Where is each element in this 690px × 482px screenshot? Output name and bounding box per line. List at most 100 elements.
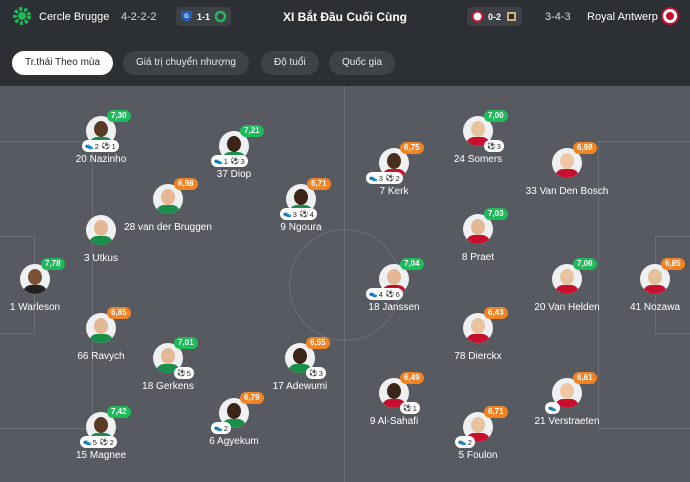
goal-count: 3: [496, 141, 501, 151]
player-rating: 6,43: [484, 307, 508, 319]
goal-count: 1: [412, 403, 417, 413]
player-rating: 7,06: [573, 258, 597, 270]
player-rating: 6,61: [573, 372, 597, 384]
goal-ball-icon: ⚽: [403, 405, 412, 412]
goal-ball-icon: ⚽: [177, 370, 186, 377]
goal-count: 2: [395, 173, 400, 183]
player-name: 41 Nozawa: [629, 302, 681, 313]
player-name: 6 Agyekum: [209, 436, 259, 447]
assist-boot-icon: 👟: [369, 291, 378, 298]
player-name: 5 Foulon: [458, 450, 498, 461]
royal-antwerp-logo-icon[interactable]: [660, 6, 680, 26]
player-rating: 6,71: [484, 406, 508, 418]
player-rating: 6,98: [174, 178, 198, 190]
player-rating: 6,71: [307, 178, 331, 190]
player-rating: 6,85: [107, 307, 131, 319]
goal-ball-icon: ⚽: [385, 291, 395, 298]
assist-boot-icon: 👟: [85, 143, 94, 150]
assist-boot-icon: 👟: [83, 439, 92, 446]
goal-count: 4: [309, 209, 314, 219]
player-stats: 👟 2: [455, 436, 475, 448]
away-formation: 3-4-3: [545, 11, 571, 23]
assist-boot-icon: 👟: [369, 175, 378, 182]
assist-boot-icon: 👟: [214, 158, 223, 165]
player-name: 78 Dierckx: [454, 351, 502, 362]
tab-nationality[interactable]: Quốc gia: [329, 51, 396, 75]
assist-count: 3: [292, 209, 297, 219]
player-stats: 👟 3 ⚽ 2: [366, 172, 403, 184]
player-rating: 6,98: [573, 142, 597, 154]
player-stats: 👟 1 ⚽ 3: [211, 155, 248, 167]
player-rating: 7,30: [107, 110, 131, 122]
goal-count: 6: [395, 289, 400, 299]
player-name: 8 Praet: [461, 252, 495, 263]
player-rating: 7,21: [240, 125, 264, 137]
player-rating: 7,04: [400, 258, 424, 270]
player-stats: 👟 4 ⚽ 6: [366, 288, 403, 300]
assist-count: 2: [94, 141, 99, 151]
player-stats: ⚽ 1: [400, 402, 420, 414]
goal-ball-icon: ⚽: [309, 370, 318, 377]
player-name: 3 Utkus: [84, 253, 118, 264]
player-stats: 👟 3 ⚽ 4: [280, 208, 317, 220]
player-name: 9 Al-Sahafi: [369, 416, 419, 427]
player-rating: 6,85: [661, 258, 685, 270]
player-avatar: [86, 215, 116, 245]
player-name: 7 Kerk: [379, 186, 409, 197]
tab-age[interactable]: Độ tuổi: [261, 51, 319, 75]
goal-ball-icon: ⚽: [99, 439, 109, 446]
away-team-name[interactable]: Royal Antwerp: [587, 11, 658, 23]
goal-count: 5: [186, 368, 191, 378]
antwerp-mini-logo-icon: [471, 10, 484, 23]
tab-season-form[interactable]: Tr.thái Theo mùa: [12, 51, 114, 75]
player-rating: 7,42: [107, 406, 131, 418]
goal-ball-icon: ⚽: [487, 143, 496, 150]
player-stats: ⚽ 3: [484, 140, 504, 152]
player-name: 20 Nazinho: [75, 154, 127, 165]
player-stats: 👟 2 ⚽ 1: [82, 140, 119, 152]
assist-count: 3: [378, 173, 383, 183]
assist-count: 2: [467, 437, 472, 447]
player-rating: 7,00: [484, 110, 508, 122]
assist-count: 5: [92, 437, 97, 447]
assist-boot-icon: 👟: [548, 405, 557, 412]
player-name: 9 Ngoura: [280, 222, 322, 233]
goal-count: 2: [109, 437, 114, 447]
opponent-mini-logo-icon: [507, 12, 517, 21]
goal-ball-icon: ⚽: [299, 211, 309, 218]
player-rating: 7,03: [484, 208, 508, 220]
goal-count: 3: [318, 368, 323, 378]
player-rating: 7,01: [174, 337, 198, 349]
away-last-result-pill[interactable]: 0-2: [467, 7, 523, 26]
player-name: 18 Gerkens: [142, 381, 194, 392]
goal-count: 3: [240, 156, 245, 166]
player-rating: 7,78: [41, 258, 65, 270]
away-last-score: 0-2: [488, 11, 502, 22]
player-rating: 6,49: [400, 372, 424, 384]
player-name: 33 Van Den Bosch: [525, 186, 609, 197]
player-name: 17 Adewumi: [272, 381, 328, 392]
player-rating: 6,55: [306, 337, 330, 349]
player-name: 1 Warleson: [9, 302, 61, 313]
assist-boot-icon: 👟: [458, 439, 467, 446]
football-pitch: 7,30 👟 2 ⚽ 1 20 Nazinho 7,21 👟 1 ⚽ 3 37 Diop…: [0, 86, 690, 482]
player-name: 21 Verstraeten: [534, 416, 600, 427]
player-rating: 6,75: [400, 142, 424, 154]
player-name: 18 Janssen: [368, 302, 420, 313]
tab-transfer-value[interactable]: Giá trị chuyển nhượng: [123, 51, 249, 75]
player-stats: 👟 5 ⚽ 2: [80, 436, 117, 448]
lineup-header: Cercle Brugge 4-2-2-2 G 1-1 XI Bắt Đầu C…: [0, 0, 690, 34]
player-rating: 6,79: [240, 392, 264, 404]
goal-ball-icon: ⚽: [101, 143, 111, 150]
player-stats: 👟: [545, 402, 560, 414]
player-name: 15 Magnee: [75, 450, 127, 461]
assist-count: 1: [223, 156, 228, 166]
goal-ball-icon: ⚽: [385, 175, 395, 182]
assist-boot-icon: 👟: [283, 211, 292, 218]
goal-ball-icon: ⚽: [230, 158, 240, 165]
player-stats: ⚽ 3: [306, 367, 326, 379]
player-name: 37 Diop: [216, 169, 252, 180]
player-name: 20 Van Helden: [534, 302, 600, 313]
player-stats: ⚽ 5: [174, 367, 194, 379]
player-stats: 👟 2: [211, 422, 231, 434]
